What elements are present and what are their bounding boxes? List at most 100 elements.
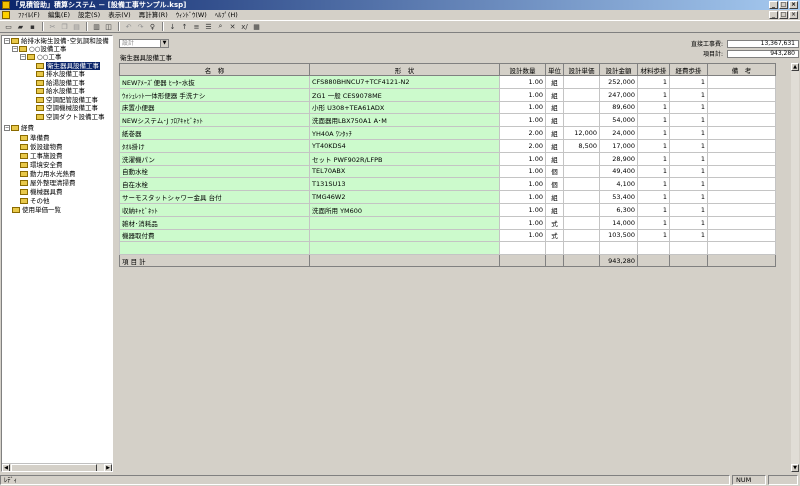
menu-file[interactable]: ﾌｧｲﾙ(F) [14,10,44,20]
cell-quantity[interactable]: 2.00 [499,126,546,140]
cell-unit[interactable]: 組 [545,100,564,115]
cell-unit-price[interactable] [563,215,600,230]
tree-expense-item[interactable]: 動力用水光熱費 [20,170,76,178]
cell-quantity[interactable]: 1.00 [499,215,546,230]
close-button[interactable]: × [789,1,798,9]
cell-amount[interactable]: 28,900 [599,151,638,166]
cell-unit-price[interactable] [563,241,600,256]
cell-unit-price[interactable] [563,75,600,89]
tree-item-hot-water[interactable]: 給湯設備工事 [36,79,85,87]
cell-amount[interactable] [599,241,638,256]
cell-note[interactable] [707,126,776,140]
cell-note[interactable] [707,138,776,153]
cell-quantity[interactable]: 1.00 [499,228,546,243]
cell-quantity[interactable] [499,241,546,256]
cell-unit[interactable]: 組 [545,75,564,89]
cell-quantity[interactable]: 1.00 [499,151,546,166]
cell-amount[interactable]: 103,500 [599,228,638,243]
print-icon[interactable]: ▥ [91,22,102,32]
minimize-button[interactable]: _ [769,1,778,9]
cell-name[interactable]: ﾀｵﾙ掛け [119,138,310,153]
cell-quantity[interactable]: 1.00 [499,75,546,89]
table-row[interactable]: 自在水栓 T131SU13 1.00 個 4,100 1 1 [119,177,776,192]
menu-view[interactable]: 表示(V) [104,10,135,20]
cell-amount[interactable]: 54,000 [599,113,638,128]
tree-expense-item[interactable]: 準備費 [20,134,50,142]
cell-amount[interactable]: 49,400 [599,164,638,179]
move-down-icon[interactable]: ↓ [167,22,178,32]
cell-name[interactable]: NEWシステム･J ﾌﾛｱｷｬﾋﾞﾈｯﾄ [119,113,310,128]
tree-expense-item[interactable]: 屋外整理清掃費 [20,179,76,187]
collapse-icon[interactable]: − [4,38,10,44]
cell-unit-price[interactable] [563,228,600,243]
cell-shape[interactable]: CFS880BHNCU7+TCF4121-N2 [309,75,500,89]
cell-note[interactable] [707,151,776,166]
cell-quantity[interactable]: 1.00 [499,87,546,102]
cell-unit-price[interactable]: 12,000 [563,126,600,140]
search-icon[interactable]: ⌕ [215,22,226,32]
cell-shape[interactable]: T131SU13 [309,177,500,192]
cell-expense-rate[interactable]: 1 [669,164,708,179]
cell-material-rate[interactable]: 1 [637,190,670,204]
cell-material-rate[interactable]: 1 [637,87,670,102]
cell-shape[interactable]: 小形 U308+TEA61ADX [309,100,500,115]
tree-expense-item[interactable]: その他 [20,197,50,205]
cell-unit[interactable]: 組 [545,87,564,102]
cell-unit[interactable]: 式 [545,215,564,230]
cell-unit[interactable]: 個 [545,164,564,179]
cell-material-rate[interactable] [637,241,670,256]
collapse-icon[interactable]: − [4,125,10,131]
move-up-icon[interactable]: ↑ [179,22,190,32]
cell-unit-price[interactable] [563,177,600,192]
cell-material-rate[interactable]: 1 [637,164,670,179]
cell-expense-rate[interactable]: 1 [669,138,708,153]
cell-material-rate[interactable]: 1 [637,126,670,140]
paste-icon[interactable]: ▤ [71,22,82,32]
scroll-up-icon[interactable]: ▲ [791,63,799,71]
cell-quantity[interactable]: 1.00 [499,100,546,115]
cell-unit-price[interactable] [563,87,600,102]
cell-unit-price[interactable] [563,202,600,217]
table-row[interactable]: 洗濯機パン セット PWF902R/LFPB 1.00 組 28,900 1 1 [119,151,776,166]
menu-recalculate[interactable]: 再計算(R) [135,10,172,20]
project-tree[interactable]: − 給排水衛生設備･空気調和設備 − ○○設備工事 − ○○工事 衛生器具設備工… [1,35,113,472]
cell-amount[interactable]: 4,100 [599,177,638,192]
column-header-expense-rate[interactable]: 経費歩掛 [669,63,708,76]
cell-amount[interactable]: 247,000 [599,87,638,102]
cell-material-rate[interactable]: 1 [637,138,670,153]
cell-unit[interactable]: 組 [545,190,564,204]
column-header-material-rate[interactable]: 材料歩掛 [637,63,670,76]
doc-restore-button[interactable]: □ [779,11,788,19]
cell-unit[interactable]: 個 [545,177,564,192]
new-file-icon[interactable]: ▭ [3,22,14,32]
cell-amount[interactable]: 24,000 [599,126,638,140]
cell-quantity[interactable]: 1.00 [499,164,546,179]
cell-shape[interactable]: YT40KDS4 [309,138,500,153]
tree-item-ac-machinery[interactable]: 空調機械設備工事 [36,104,98,112]
table-row[interactable]: 自動水栓 TEL70ABX 1.00 個 49,400 1 1 [119,164,776,179]
table-row[interactable]: サーモスタットシャワー金具 台付 TMG46W2 1.00 組 53,400 1 1 [119,190,776,204]
cell-note[interactable] [707,202,776,217]
cell-note[interactable] [707,113,776,128]
redo-icon[interactable]: ↷ [135,22,146,32]
cell-shape[interactable]: 洗面器用LBX750A1 A･M [309,113,500,128]
delete-row-icon[interactable]: ☰ [203,22,214,32]
cell-amount[interactable]: 89,600 [599,100,638,115]
column-header-name[interactable]: 名 称 [119,63,310,76]
cell-unit[interactable]: 組 [545,138,564,153]
tree-item-water-supply[interactable]: 給水設備工事 [36,87,85,95]
cell-shape[interactable] [309,241,500,256]
document-icon[interactable] [2,11,10,19]
cell-name[interactable]: 床置小便器 [119,100,310,115]
cell-material-rate[interactable]: 1 [637,215,670,230]
cell-amount[interactable]: 53,400 [599,190,638,204]
cell-shape[interactable]: TMG46W2 [309,190,500,204]
print-preview-icon[interactable]: ◫ [103,22,114,32]
cell-unit[interactable]: 組 [545,202,564,217]
cell-note[interactable] [707,164,776,179]
save-icon[interactable]: ▪ [27,22,38,32]
cell-expense-rate[interactable]: 1 [669,113,708,128]
tree-item-ac-piping[interactable]: 空調配管設備工事 [36,96,98,104]
column-header-unit-price[interactable]: 設計単価 [563,63,600,76]
cell-shape[interactable]: YH40A ﾜﾝﾀｯﾁ [309,126,500,140]
